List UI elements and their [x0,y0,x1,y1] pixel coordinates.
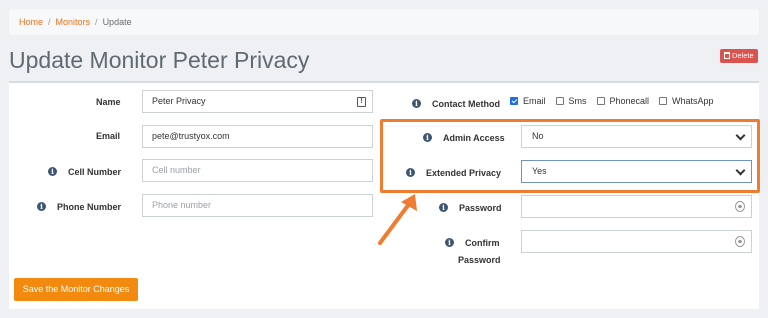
name-label: Name [96,97,121,107]
breadcrumb-current: Update [102,17,132,27]
breadcrumb-separator: / [95,17,98,27]
password-label: Password [459,203,502,213]
phone-number-label: Phone Number [57,202,122,212]
confirm-password-field[interactable] [521,230,752,253]
page-title: Update Monitor Peter Privacy [9,47,310,73]
breadcrumb: Home / Monitors / Update [9,9,759,35]
cell-number-label: Cell Number [68,167,122,177]
delete-button-label: Delete [732,51,754,60]
annotation-arrow-icon [378,194,417,245]
phone-number-field[interactable]: Phone number [142,194,373,217]
show-password-icon[interactable] [735,236,745,247]
whatsapp-option-label: WhatsApp [672,96,714,106]
show-password-icon[interactable] [735,201,745,212]
contact-method-info-icon[interactable]: i [412,99,421,108]
contact-method-whatsapp-option[interactable]: WhatsApp [659,96,714,106]
name-value: Peter Privacy [152,96,206,106]
confirm-password-label: Confirm Password [458,238,501,265]
phone-number-placeholder: Phone number [152,200,212,210]
breadcrumb-separator: / [48,17,51,27]
sms-option-label: Sms [568,96,587,106]
email-checkbox[interactable] [510,97,518,105]
phonecall-checkbox[interactable] [596,97,605,105]
contact-method-email-option[interactable]: Email [510,96,546,106]
breadcrumb-monitors-link[interactable]: Monitors [56,17,91,27]
delete-button[interactable]: Delete [720,49,758,63]
name-field[interactable]: Peter Privacy ! [142,90,373,113]
phone-number-info-icon[interactable]: i [37,202,46,211]
contact-method-options: Email Sms Phonecall WhatsApp [510,96,724,106]
cell-number-placeholder: Cell number [152,165,201,175]
breadcrumb-home-link[interactable]: Home [19,17,43,27]
save-monitor-button[interactable]: Save the Monitor Changes [14,278,138,301]
phonecall-option-label: Phonecall [609,96,650,106]
contact-method-sms-option[interactable]: Sms [555,96,587,106]
email-option-label: Email [523,96,546,106]
sms-checkbox[interactable] [555,97,564,105]
contact-method-label: Contact Method [432,99,500,109]
password-field[interactable] [521,195,752,218]
confirm-password-label-line2: Password [458,255,501,265]
highlight-box [380,119,760,193]
whatsapp-checkbox[interactable] [659,97,668,105]
trash-icon [724,52,730,59]
contact-method-phonecall-option[interactable]: Phonecall [596,96,650,106]
confirm-password-info-icon[interactable]: i [445,238,454,247]
cell-number-field[interactable]: Cell number [142,159,373,182]
confirm-password-label-line1: Confirm [465,238,500,248]
email-value: pete@trustyox.com [152,131,230,141]
email-label: Email [96,131,121,141]
password-manager-key-icon[interactable]: ! [357,97,366,107]
email-field[interactable]: pete@trustyox.com [142,125,373,148]
password-info-icon[interactable]: i [439,203,448,212]
cell-number-info-icon[interactable]: i [48,167,57,176]
